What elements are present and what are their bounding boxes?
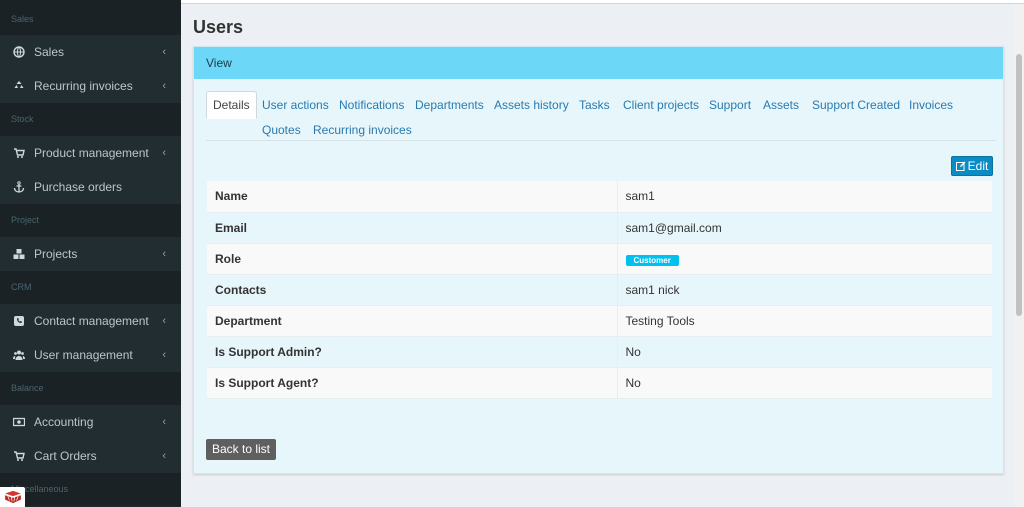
sidebar-item-label: Sales (34, 45, 65, 59)
tab-details[interactable]: Details (206, 91, 257, 119)
cart-icon (12, 146, 26, 160)
cubes-icon (12, 247, 26, 261)
detail-label: Is Support Admin? (207, 336, 618, 368)
detail-value: sam1 (617, 181, 992, 213)
sidebar-item-recurring-invoices[interactable]: Recurring invoices ‹ (0, 69, 181, 103)
sidebar-item-label: Product management (34, 146, 149, 160)
table-row: Department Testing Tools (207, 305, 992, 337)
globe-icon (12, 45, 26, 59)
detail-value: No (617, 336, 992, 368)
sidebar-header-balance: Balance (0, 372, 181, 405)
detail-value: No (617, 367, 992, 399)
sidebar-item-projects[interactable]: Projects ‹ (0, 237, 181, 271)
detail-value: sam1@gmail.com (617, 212, 992, 244)
sidebar-item-user-management[interactable]: User management ‹ (0, 338, 181, 372)
users-icon (12, 348, 26, 362)
sidebar-item-accounting[interactable]: Accounting ‹ (0, 405, 181, 439)
detail-value: Testing Tools (617, 305, 992, 337)
sidebar-header-sales: Sales (0, 0, 181, 35)
tab-assets-history[interactable]: Assets history (494, 98, 569, 112)
detail-label: Email (207, 212, 618, 244)
phone-icon (12, 314, 26, 328)
tab-assets[interactable]: Assets (763, 98, 799, 112)
table-row: Is Support Admin? No (207, 336, 992, 368)
chevron-left-icon: ‹ (162, 416, 166, 428)
detail-label: Contacts (207, 274, 618, 306)
view-panel: View Details User actions Notifications … (193, 46, 1004, 474)
tab-departments[interactable]: Departments (415, 98, 484, 112)
table-row: Role Customer (207, 243, 992, 275)
sidebar-item-purchase-orders[interactable]: Purchase orders (0, 170, 181, 204)
sidebar: Sales Sales ‹ Recurring invoices ‹ Stock… (0, 0, 181, 507)
sidebar-item-product-management[interactable]: Product management ‹ (0, 136, 181, 170)
tab-recurring-invoices[interactable]: Recurring invoices (313, 123, 412, 137)
app-logo-icon[interactable] (0, 487, 25, 507)
cart-icon (12, 449, 26, 463)
table-row: Name sam1 (207, 181, 992, 213)
sidebar-item-sales[interactable]: Sales ‹ (0, 35, 181, 69)
money-icon (12, 415, 26, 429)
recycle-icon (12, 79, 26, 93)
sidebar-item-label: User management (34, 348, 133, 362)
scrollbar-thumb[interactable] (1016, 54, 1022, 316)
anchor-icon (12, 180, 26, 194)
table-row: Is Support Agent? No (207, 367, 992, 399)
chevron-left-icon: ‹ (162, 80, 166, 92)
tab-tasks[interactable]: Tasks (579, 98, 610, 112)
detail-label: Department (207, 305, 618, 337)
tab-notifications[interactable]: Notifications (339, 98, 404, 112)
table-row: Email sam1@gmail.com (207, 212, 992, 244)
tab-client-projects[interactable]: Client projects (623, 98, 699, 112)
sidebar-item-label: Projects (34, 247, 78, 261)
sidebar-item-label: Purchase orders (34, 180, 123, 194)
details-table: Name sam1 Email sam1@gmail.com Role Cust… (207, 181, 992, 399)
tab-invoices[interactable]: Invoices (909, 98, 953, 112)
tab-user-actions[interactable]: User actions (262, 98, 329, 112)
edit-icon (955, 161, 966, 171)
sidebar-item-label: Recurring invoices (34, 79, 133, 93)
chevron-left-icon: ‹ (162, 46, 166, 58)
edit-button-label: Edit (967, 159, 989, 173)
top-bar (181, 0, 1024, 4)
page-scrollbar[interactable] (1014, 4, 1024, 507)
sidebar-item-label: Cart Orders (34, 449, 97, 463)
sidebar-item-label: Accounting (34, 415, 94, 429)
sidebar-header-miscellaneous: Miscellaneous (0, 473, 181, 506)
chevron-left-icon: ‹ (162, 450, 166, 462)
sidebar-item-label: Contact management (34, 314, 149, 328)
detail-value: Customer (617, 243, 992, 275)
sidebar-item-contact-management[interactable]: Contact management ‹ (0, 304, 181, 338)
edit-button[interactable]: Edit (951, 156, 993, 176)
chevron-left-icon: ‹ (162, 248, 166, 260)
table-row: Contacts sam1 nick (207, 274, 992, 306)
tab-bar: Details User actions Notifications Depar… (206, 91, 996, 141)
chevron-left-icon: ‹ (162, 147, 166, 159)
detail-label: Name (207, 181, 618, 213)
chevron-left-icon: ‹ (162, 349, 166, 361)
sidebar-item-cart-orders[interactable]: Cart Orders ‹ (0, 439, 181, 473)
tab-support-created[interactable]: Support Created (812, 98, 900, 112)
back-to-list-button[interactable]: Back to list (206, 439, 277, 460)
page-title: Users (193, 17, 244, 37)
tab-support[interactable]: Support (709, 98, 751, 112)
chevron-left-icon: ‹ (162, 315, 166, 327)
panel-header: View (194, 47, 1003, 79)
tab-quotes[interactable]: Quotes (262, 123, 301, 137)
sidebar-header-stock: Stock (0, 103, 181, 136)
detail-label: Role (207, 243, 618, 275)
detail-label: Is Support Agent? (207, 367, 618, 399)
role-badge: Customer (625, 254, 679, 266)
detail-value: sam1 nick (617, 274, 992, 306)
sidebar-header-crm: CRM (0, 271, 181, 304)
sidebar-header-project: Project (0, 204, 181, 237)
